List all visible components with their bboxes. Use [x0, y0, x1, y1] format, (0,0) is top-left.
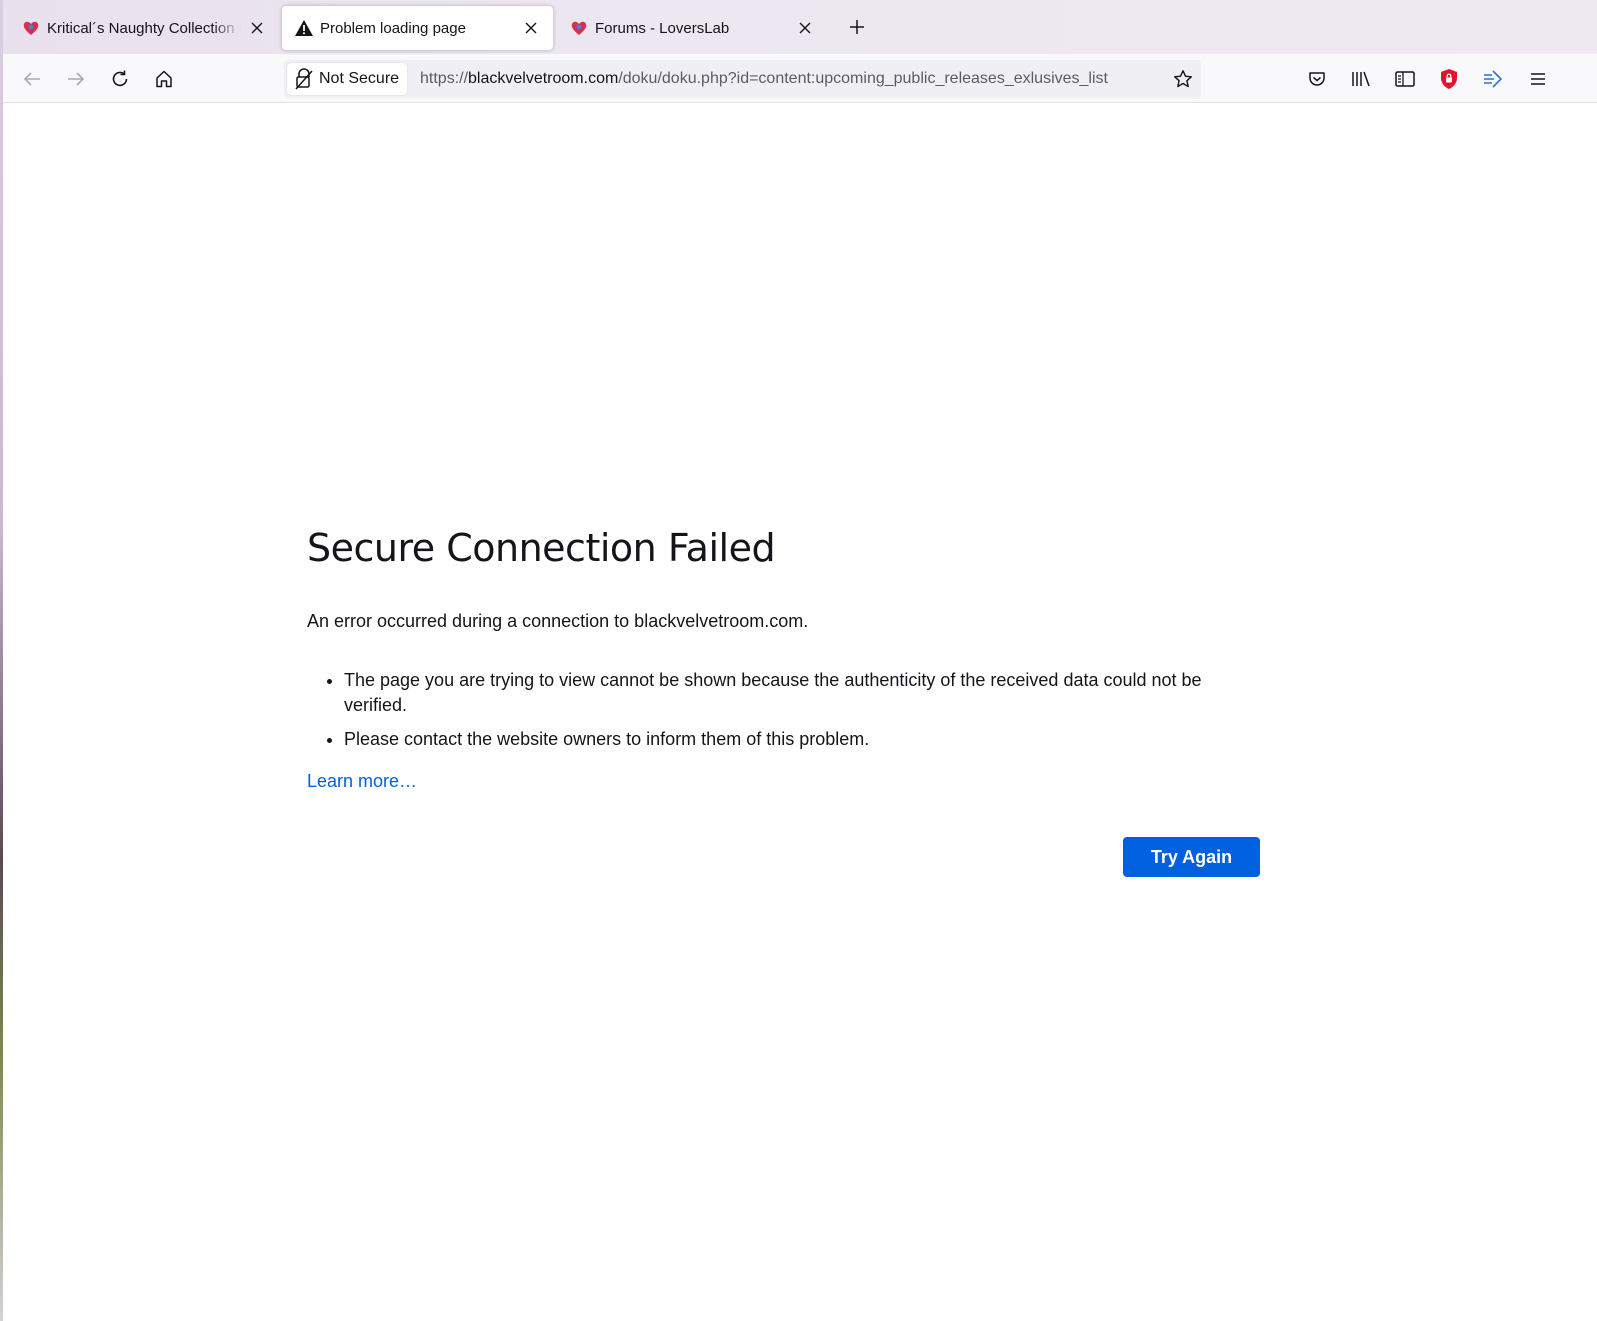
url-scheme: https://: [420, 70, 469, 87]
close-tab-icon[interactable]: [247, 18, 267, 38]
url-path: /doku/doku.php?id=content:upcoming_publi…: [618, 70, 1108, 87]
ublock-extension-button[interactable]: [1436, 66, 1462, 92]
try-again-button[interactable]: Try Again: [1123, 837, 1260, 877]
home-button[interactable]: [150, 65, 178, 93]
error-title: Secure Connection Failed: [307, 526, 776, 570]
heart-favicon-icon: [21, 18, 41, 38]
sidebar-icon: [1395, 71, 1415, 87]
forward-arrows-icon: [1484, 70, 1503, 88]
url-bar[interactable]: Not Secure https://blackvelvetroom.com/d…: [284, 60, 1201, 98]
back-button[interactable]: [18, 65, 46, 93]
learn-more-link[interactable]: Learn more…: [307, 771, 417, 792]
menu-button[interactable]: [1525, 66, 1551, 92]
library-icon: [1352, 71, 1370, 87]
extension-button[interactable]: [1480, 66, 1506, 92]
list-item: Please contact the website owners to inf…: [344, 727, 1260, 752]
site-identity-button[interactable]: Not Secure: [287, 63, 408, 95]
bookmark-star-button[interactable]: [1171, 67, 1195, 91]
hamburger-menu-icon: [1531, 73, 1545, 85]
new-tab-button[interactable]: [845, 15, 869, 39]
error-page: Secure Connection Failed An error occurr…: [307, 520, 1260, 877]
close-tab-icon[interactable]: [521, 18, 541, 38]
list-item: The page you are trying to view cannot b…: [344, 668, 1260, 718]
star-icon: [1174, 70, 1192, 88]
error-details-list: The page you are trying to view cannot b…: [307, 668, 1260, 752]
tab-label: Kritical´s Naughty Collection (LL: [47, 19, 241, 37]
pocket-button[interactable]: [1304, 66, 1330, 92]
navigation-toolbar: Not Secure https://blackvelvetroom.com/d…: [3, 54, 1597, 103]
back-arrow-icon: [23, 72, 40, 86]
pocket-icon: [1309, 72, 1325, 86]
forward-arrow-icon: [68, 72, 85, 86]
tab-strip: Kritical´s Naughty Collection (LL Proble…: [3, 0, 1597, 54]
forward-button[interactable]: [62, 65, 90, 93]
error-description: An error occurred during a connection to…: [307, 611, 809, 631]
desktop-edge: [0, 0, 3, 1321]
not-secure-label: Not Secure: [319, 70, 400, 87]
reload-button[interactable]: [106, 65, 134, 93]
warning-icon: [294, 18, 314, 38]
tab-label: Forums - LoversLab: [595, 19, 730, 37]
tab-problem-loading-page[interactable]: Problem loading page: [282, 6, 553, 50]
tab-label: Problem loading page: [320, 19, 466, 37]
sidebar-button[interactable]: [1392, 66, 1418, 92]
reload-icon: [112, 70, 128, 87]
insecure-lock-icon: [293, 68, 315, 90]
library-button[interactable]: [1348, 66, 1374, 92]
close-tab-icon[interactable]: [795, 18, 815, 38]
plus-icon: [850, 20, 864, 34]
shield-icon: [1441, 69, 1457, 89]
tab-forums-loverslab[interactable]: Forums - LoversLab: [557, 6, 827, 50]
heart-favicon-icon: [569, 18, 589, 38]
home-icon: [156, 70, 172, 88]
url-input[interactable]: https://blackvelvetroom.com/doku/doku.ph…: [420, 60, 1160, 98]
url-host: blackvelvetroom.com: [468, 70, 619, 87]
tab-kriticals-collection[interactable]: Kritical´s Naughty Collection (LL: [9, 6, 279, 50]
